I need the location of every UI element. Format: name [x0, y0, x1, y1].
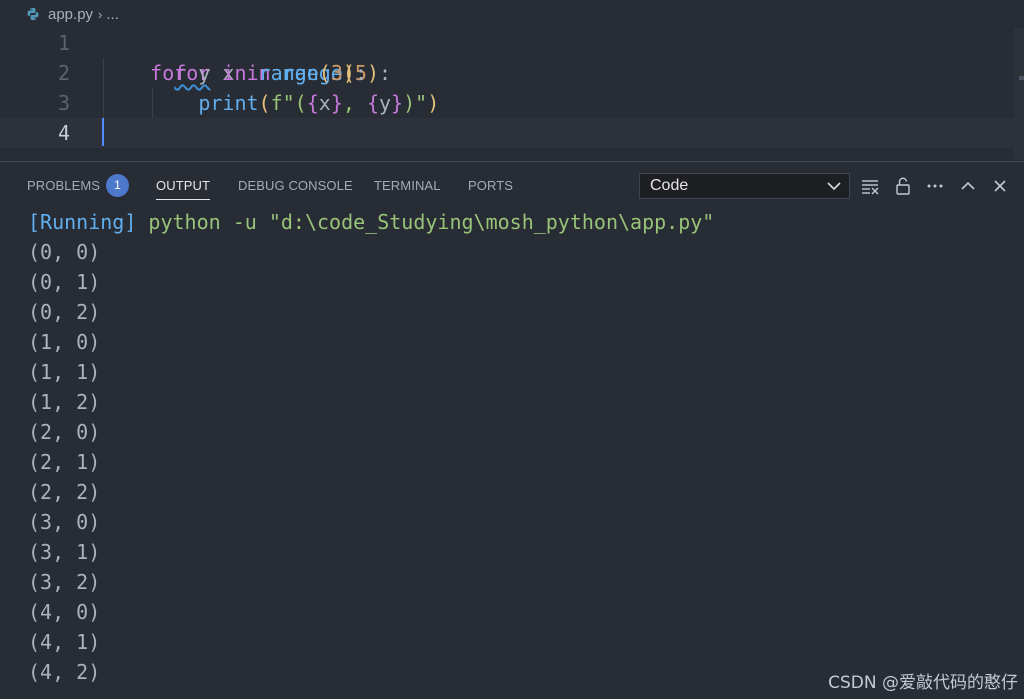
tab-debug-console[interactable]: DEBUG CONSOLE	[238, 178, 353, 193]
unlock-scroll-icon[interactable]	[893, 176, 913, 196]
keyword-in: in	[222, 61, 247, 85]
string: f"(	[270, 91, 307, 115]
running-line: [Running] python -u "d:\code_Studying\mo…	[28, 207, 714, 237]
brace: {	[366, 91, 379, 115]
output-line: (2, 1)	[28, 450, 101, 474]
code-line-3[interactable]: 3 print(f"({x}, {y})")	[0, 88, 1014, 118]
problems-count-badge: 1	[106, 174, 129, 197]
variable: y	[379, 91, 392, 115]
more-actions-icon[interactable]	[925, 176, 945, 196]
string: )"	[403, 91, 428, 115]
colon: :	[354, 61, 367, 85]
keyword-for: for	[150, 61, 187, 85]
output-line: (3, 2)	[28, 570, 101, 594]
brace: {	[306, 91, 319, 115]
output-line: (2, 0)	[28, 420, 101, 444]
tab-output-label: OUTPUT	[156, 178, 211, 193]
string: ,	[342, 91, 367, 115]
breadcrumb-chevron-icon: ›	[98, 6, 103, 22]
tab-ports[interactable]: PORTS	[468, 178, 513, 193]
function-name: print	[198, 91, 259, 115]
text-cursor	[102, 118, 104, 146]
output-line: (0, 1)	[28, 270, 101, 294]
variable: x	[318, 91, 331, 115]
code-line-4[interactable]: 4	[0, 118, 1014, 148]
output-line: (3, 0)	[28, 510, 101, 534]
output-line: (1, 0)	[28, 330, 101, 354]
code-line-1[interactable]: 1 for x in range(5):	[0, 28, 1014, 85]
brace: }	[391, 91, 404, 115]
clear-output-icon[interactable]	[860, 176, 880, 196]
code-text: y	[186, 61, 223, 85]
number: 3	[330, 61, 343, 85]
chevron-down-icon	[827, 182, 841, 191]
output-console[interactable]: [Running] python -u "d:\code_Studying\mo…	[28, 207, 714, 687]
breadcrumb: app.py › ...	[0, 0, 1024, 28]
paren: )	[342, 61, 355, 85]
paren: (	[318, 61, 331, 85]
output-line: (0, 0)	[28, 240, 101, 264]
output-line: (0, 2)	[28, 300, 101, 324]
output-channel-select[interactable]: Code	[639, 173, 850, 199]
output-lines: (0, 0) (0, 1) (0, 2) (1, 0) (1, 1) (1, 2) (2, …	[28, 237, 714, 687]
output-line: (1, 2)	[28, 390, 101, 414]
scrollbar-marker	[1019, 76, 1024, 80]
editor-scrollbar[interactable]	[1014, 28, 1024, 160]
tab-output[interactable]: OUTPUT	[156, 178, 211, 200]
tab-problems[interactable]: PROBLEMS	[27, 178, 100, 193]
line-number: 4	[57, 121, 70, 145]
close-panel-icon[interactable]	[990, 176, 1010, 196]
line-number: 2	[57, 61, 70, 85]
tab-terminal[interactable]: TERMINAL	[374, 178, 441, 193]
output-line: (3, 1)	[28, 540, 101, 564]
maximize-panel-icon[interactable]	[958, 176, 978, 196]
output-line: (2, 2)	[28, 480, 101, 504]
run-command: python -u "d:\code_Studying\mosh_python\…	[136, 210, 715, 234]
brace: }	[330, 91, 343, 115]
running-tag: [Running]	[28, 210, 137, 234]
paren: )	[427, 91, 440, 115]
paren: (	[258, 91, 271, 115]
panel-tab-bar: PROBLEMS 1 OUTPUT DEBUG CONSOLE TERMINAL…	[0, 162, 1024, 206]
code-editor[interactable]: 1 for x in range(5): 2 for y in range(3)…	[0, 28, 1024, 160]
breadcrumb-file[interactable]: app.py	[48, 6, 93, 23]
code-line-2[interactable]: 2 for y in range(3):	[0, 58, 1014, 88]
active-tab-underline	[156, 199, 211, 200]
output-channel-value: Code	[650, 177, 689, 194]
function-name: range	[258, 61, 319, 85]
line-number: 3	[57, 91, 70, 115]
output-line: (4, 1)	[28, 630, 101, 654]
output-line: (4, 2)	[28, 660, 101, 684]
watermark: CSDN @爱敲代码的憨仔	[828, 673, 1018, 693]
output-line: (1, 1)	[28, 360, 101, 384]
output-line: (4, 0)	[28, 600, 101, 624]
breadcrumb-more[interactable]: ...	[106, 6, 119, 23]
line-number: 1	[57, 31, 70, 55]
python-file-icon	[27, 7, 39, 21]
